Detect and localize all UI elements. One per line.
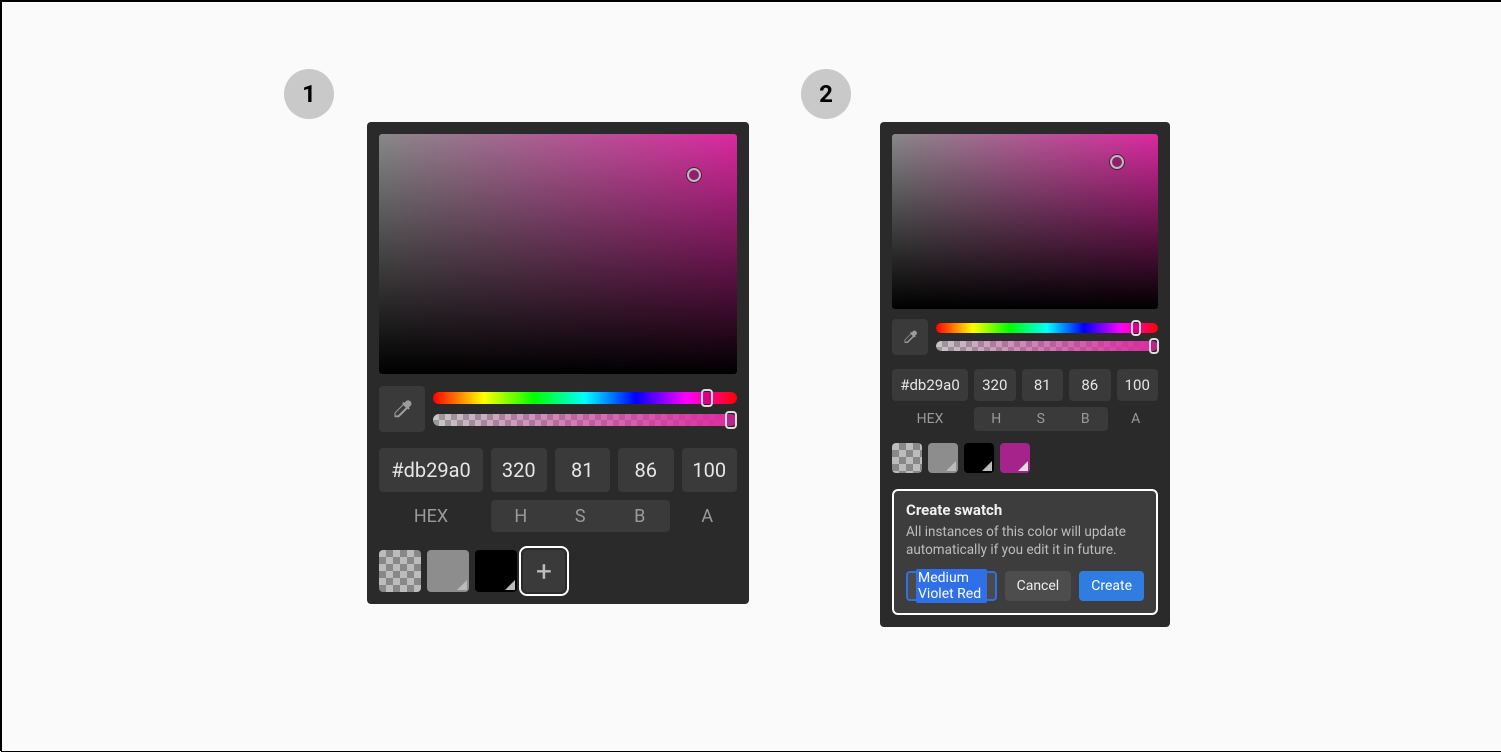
a-label: A — [678, 500, 738, 532]
hex-label: HEX — [892, 407, 968, 431]
eyedropper-button[interactable] — [379, 386, 425, 432]
alpha-slider-thumb[interactable] — [725, 411, 737, 429]
b-label: B — [610, 500, 670, 532]
editable-corner-icon — [505, 580, 515, 590]
swatch-grey[interactable] — [928, 443, 958, 473]
hex-input[interactable]: #db29a0 — [379, 448, 483, 492]
add-swatch-button[interactable]: + — [523, 550, 565, 592]
popover-description: All instances of this color will update … — [906, 523, 1144, 559]
swatch-row — [892, 443, 1158, 473]
hue-slider[interactable] — [936, 323, 1158, 333]
s-label: S — [1019, 407, 1064, 431]
saturation-value-area[interactable] — [379, 134, 737, 374]
hue-input[interactable]: 320 — [974, 369, 1016, 401]
hue-slider[interactable] — [433, 392, 737, 404]
swatch-transparent[interactable] — [379, 550, 421, 592]
alpha-slider-thumb[interactable] — [1149, 338, 1159, 354]
create-button[interactable]: Create — [1079, 571, 1144, 601]
create-swatch-popover: Create swatch All instances of this colo… — [892, 489, 1158, 615]
hex-input[interactable]: #db29a0 — [892, 369, 968, 401]
brightness-input[interactable]: 86 — [618, 448, 674, 492]
b-label: B — [1063, 407, 1108, 431]
editable-corner-icon — [457, 580, 467, 590]
saturation-input[interactable]: 81 — [555, 448, 611, 492]
hue-input[interactable]: 320 — [491, 448, 547, 492]
hex-label: HEX — [379, 500, 483, 532]
step-badge-2: 2 — [801, 69, 851, 119]
swatch-row: + — [379, 550, 737, 592]
swatch-current-color[interactable] — [1000, 443, 1030, 473]
alpha-slider[interactable] — [936, 341, 1158, 351]
swatch-black[interactable] — [475, 550, 517, 592]
alpha-slider[interactable] — [433, 414, 737, 426]
h-label: H — [974, 407, 1019, 431]
step-badge-1: 1 — [284, 69, 334, 119]
color-picker-panel-2: #db29a0 320 81 86 100 HEX H S B A — [880, 122, 1170, 627]
alpha-input[interactable]: 100 — [1117, 369, 1159, 401]
saturation-value-area[interactable] — [892, 134, 1158, 309]
hue-slider-thumb[interactable] — [1131, 320, 1141, 336]
brightness-input[interactable]: 86 — [1069, 369, 1111, 401]
eyedropper-button[interactable] — [892, 319, 928, 355]
alpha-input[interactable]: 100 — [682, 448, 738, 492]
sv-thumb[interactable] — [1110, 155, 1124, 169]
eyedropper-icon — [902, 329, 918, 345]
swatch-transparent[interactable] — [892, 443, 922, 473]
cancel-button[interactable]: Cancel — [1005, 571, 1072, 601]
s-label: S — [551, 500, 611, 532]
editable-corner-icon — [946, 461, 956, 471]
color-picker-panel-1: #db29a0 320 81 86 100 HEX H S B A + — [367, 122, 749, 604]
h-label: H — [491, 500, 551, 532]
editable-corner-icon — [1018, 461, 1028, 471]
swatch-grey[interactable] — [427, 550, 469, 592]
hue-slider-thumb[interactable] — [701, 389, 713, 407]
a-label: A — [1114, 407, 1159, 431]
editable-corner-icon — [982, 461, 992, 471]
swatch-name-value: Medium Violet Red — [916, 569, 987, 603]
swatch-name-input[interactable]: Medium Violet Red — [906, 571, 997, 601]
sv-thumb[interactable] — [687, 168, 701, 182]
popover-title: Create swatch — [906, 501, 1144, 519]
eyedropper-icon — [391, 398, 413, 420]
swatch-black[interactable] — [964, 443, 994, 473]
saturation-input[interactable]: 81 — [1022, 369, 1064, 401]
